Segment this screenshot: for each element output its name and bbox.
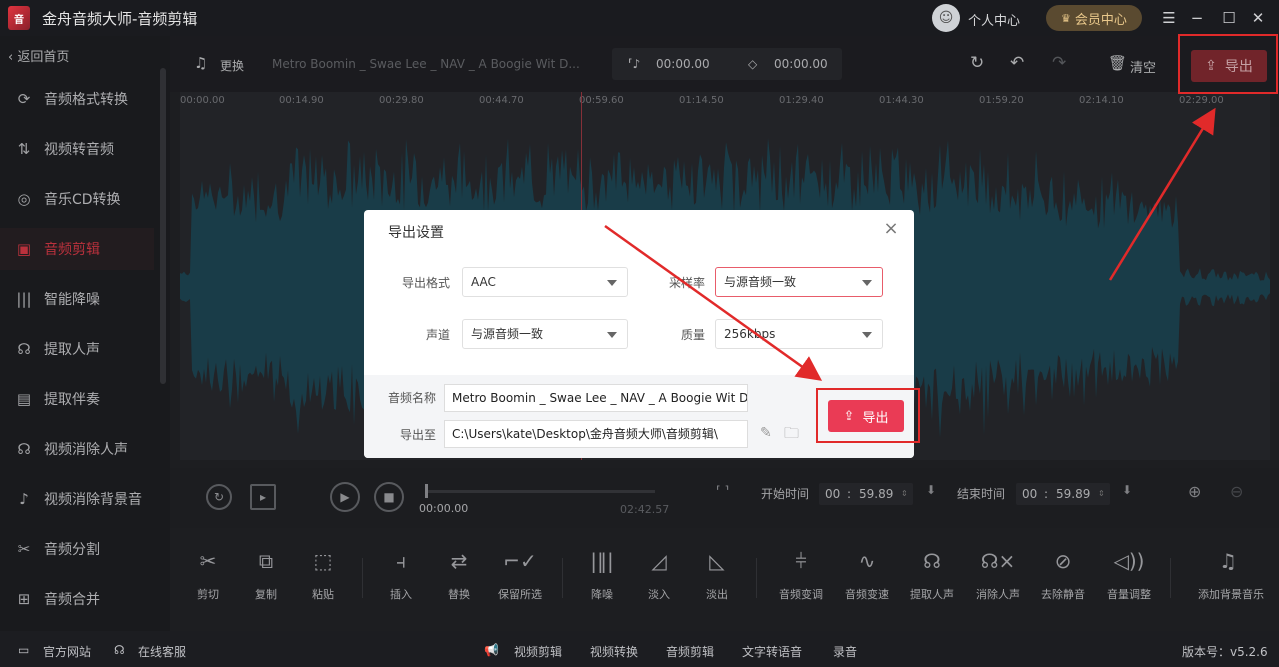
samplerate-select[interactable]: 与源音频一致 bbox=[715, 267, 883, 297]
minimize-icon[interactable]: − bbox=[1188, 9, 1206, 27]
chevron-down-icon bbox=[607, 332, 617, 338]
version: 版本号：v5.2.6 bbox=[1182, 645, 1268, 659]
vip-crown-icon: ♛ bbox=[1061, 11, 1071, 25]
close-icon[interactable]: × bbox=[882, 220, 900, 238]
export-path-input[interactable]: C:\Users\kate\Desktop\金舟音频大师\音频剪辑\ bbox=[444, 420, 748, 448]
website-link[interactable]: 官方网站 bbox=[43, 643, 91, 660]
channel-value: 与源音频一致 bbox=[471, 327, 544, 341]
status-link-tts[interactable]: 文字转语音 bbox=[742, 643, 802, 660]
folder-icon[interactable]: 🗀 bbox=[784, 423, 799, 448]
vip-center-button[interactable]: ♛ 会员中心 bbox=[1046, 5, 1142, 31]
dialog-title: 导出设置 bbox=[388, 225, 444, 241]
status-link-audio-edit[interactable]: 音频剪辑 bbox=[666, 643, 714, 660]
website-icon: ▭ bbox=[18, 643, 30, 657]
audio-name-input[interactable]: Metro Boomin _ Swae Lee _ NAV _ A Boogie… bbox=[444, 384, 748, 412]
app-window: 音 金舟音频大师-音频剪辑 ☺ 个人中心 ♛ 会员中心 ☰ − ☐ ✕ ‹ 返回… bbox=[0, 0, 1279, 667]
channel-label: 声道 bbox=[426, 328, 451, 342]
name-label: 音频名称 bbox=[388, 391, 437, 405]
status-link-video-edit[interactable]: 视频剪辑 bbox=[514, 643, 562, 660]
menu-icon[interactable]: ☰ bbox=[1160, 9, 1178, 27]
annotation-box-top-export bbox=[1178, 34, 1278, 94]
avatar[interactable]: ☺ bbox=[932, 4, 960, 32]
quality-label: 质量 bbox=[681, 328, 706, 342]
chevron-down-icon bbox=[607, 280, 617, 286]
app-logo-icon: 音 bbox=[8, 6, 30, 30]
format-value: AAC bbox=[471, 275, 496, 289]
status-bar: ▭ 官方网站 ☊ 在线客服 📢 视频剪辑 视频转换 音频剪辑 文字转语音 录音 … bbox=[0, 631, 1279, 667]
path-label: 导出至 bbox=[400, 428, 437, 442]
app-title: 金舟音频大师-音频剪辑 bbox=[42, 9, 198, 28]
service-link[interactable]: 在线客服 bbox=[138, 643, 186, 660]
edit-icon[interactable]: ✎ bbox=[760, 425, 772, 441]
megaphone-icon: 📢 bbox=[484, 643, 499, 657]
format-select[interactable]: AAC bbox=[462, 267, 628, 297]
samplerate-value: 与源音频一致 bbox=[724, 275, 797, 289]
user-center-link[interactable]: 个人中心 bbox=[968, 10, 1020, 29]
status-link-record[interactable]: 录音 bbox=[833, 643, 857, 660]
chevron-down-icon bbox=[862, 280, 872, 286]
channel-select[interactable]: 与源音频一致 bbox=[462, 319, 628, 349]
status-link-video-convert[interactable]: 视频转换 bbox=[590, 643, 638, 660]
chevron-down-icon bbox=[862, 332, 872, 338]
headset-icon: ☊ bbox=[114, 643, 125, 657]
format-label: 导出格式 bbox=[402, 276, 451, 290]
close-window-icon[interactable]: ✕ bbox=[1249, 9, 1267, 27]
annotation-box-dialog-export bbox=[816, 388, 920, 443]
samplerate-label: 采样率 bbox=[669, 276, 706, 290]
vip-center-label: 会员中心 bbox=[1074, 12, 1127, 28]
quality-value: 256kbps bbox=[724, 327, 776, 341]
maximize-icon[interactable]: ☐ bbox=[1220, 9, 1238, 27]
quality-select[interactable]: 256kbps bbox=[715, 319, 883, 349]
